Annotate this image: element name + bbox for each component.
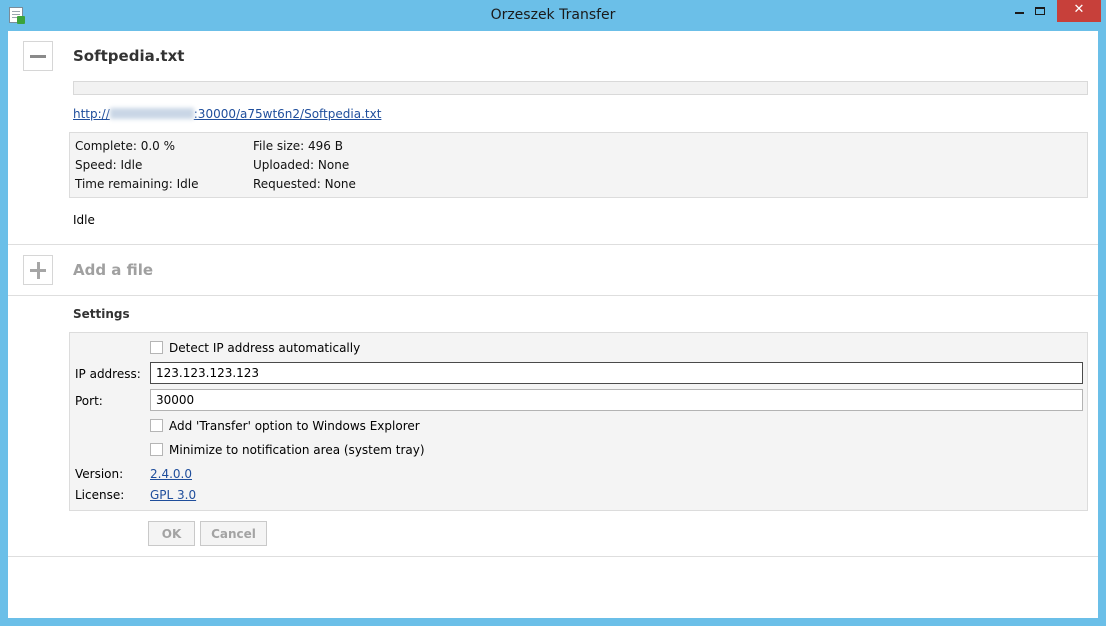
- uploaded-stat: Uploaded: None: [253, 158, 350, 172]
- file-size-stat: File size: 496 B: [253, 139, 343, 153]
- collapse-file-button[interactable]: [23, 41, 53, 71]
- version-link[interactable]: 2.4.0.0: [150, 467, 192, 481]
- license-label: License:: [75, 488, 125, 502]
- ip-address-input[interactable]: [150, 362, 1083, 384]
- url-prefix[interactable]: http://: [73, 107, 110, 121]
- close-icon: ✕: [1073, 2, 1085, 17]
- title-bar[interactable]: Orzeszek Transfer ✕: [0, 0, 1106, 30]
- port-label: Port:: [75, 394, 103, 408]
- version-label: Version:: [75, 467, 124, 481]
- maximize-button[interactable]: [1026, 0, 1054, 22]
- window-title: Orzeszek Transfer: [490, 7, 616, 23]
- speed-stat: Speed: Idle: [75, 158, 143, 172]
- tray-option-label: Minimize to notification area (system tr…: [169, 443, 425, 457]
- transfer-stats-panel: Complete: 0.0 % Speed: Idle Time remaini…: [69, 132, 1088, 198]
- transfer-progress-bar: [73, 81, 1088, 95]
- explorer-option[interactable]: Add 'Transfer' option to Windows Explore…: [150, 419, 420, 435]
- complete-stat: Complete: 0.0 %: [75, 139, 175, 153]
- detect-ip-label: Detect IP address automatically: [169, 341, 361, 355]
- status-text: Idle: [73, 213, 95, 227]
- file-name: Softpedia.txt: [73, 47, 185, 65]
- detect-ip-checkbox[interactable]: [150, 341, 163, 354]
- add-file-button[interactable]: [23, 255, 53, 285]
- main-content: Softpedia.txt http:// :30000/a75wt6n2/Sof…: [8, 31, 1098, 618]
- url-suffix[interactable]: :30000/a75wt6n2/Softpedia.txt: [194, 107, 382, 121]
- redacted-host: [109, 108, 194, 119]
- settings-panel: Detect IP address automatically IP addre…: [69, 332, 1088, 511]
- ok-button[interactable]: OK: [148, 521, 195, 546]
- close-button[interactable]: ✕: [1057, 0, 1101, 22]
- settings-heading: Settings: [73, 307, 130, 321]
- ip-address-label: IP address:: [75, 367, 141, 381]
- detect-ip-option[interactable]: Detect IP address automatically: [150, 341, 360, 357]
- port-input[interactable]: [150, 389, 1083, 411]
- file-url-link[interactable]: http:// :30000/a75wt6n2/Softpedia.txt: [73, 107, 381, 121]
- explorer-option-label: Add 'Transfer' option to Windows Explore…: [169, 419, 420, 433]
- requested-stat: Requested: None: [253, 177, 356, 191]
- cancel-button[interactable]: Cancel: [200, 521, 267, 546]
- minus-icon: [30, 55, 46, 58]
- app-window: Orzeszek Transfer ✕ Softpedia.txt http:/…: [0, 0, 1106, 626]
- explorer-checkbox[interactable]: [150, 419, 163, 432]
- divider: [8, 556, 1098, 557]
- time-remaining-stat: Time remaining: Idle: [75, 177, 199, 191]
- maximize-icon: [1035, 7, 1045, 15]
- minimize-icon: [1014, 12, 1024, 14]
- divider: [8, 295, 1098, 296]
- tray-option[interactable]: Minimize to notification area (system tr…: [150, 443, 425, 459]
- add-file-label[interactable]: Add a file: [73, 261, 153, 279]
- tray-checkbox[interactable]: [150, 443, 163, 456]
- license-link[interactable]: GPL 3.0: [150, 488, 196, 502]
- divider: [8, 244, 1098, 245]
